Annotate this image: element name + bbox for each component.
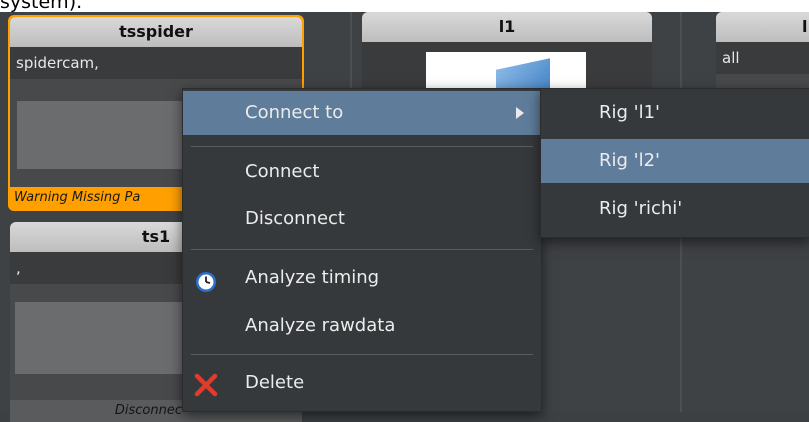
submenu-item-rig-l2[interactable]: Rig 'l2' <box>541 139 809 183</box>
menu-separator <box>191 146 533 147</box>
submenu-item-label: Rig 'l2' <box>599 150 661 171</box>
clock-icon <box>195 266 217 292</box>
submenu-item-rig-richi[interactable]: Rig 'richi' <box>541 187 809 231</box>
red-x-icon <box>193 371 219 397</box>
connect-to-submenu: Rig 'l1' Rig 'l2' Rig 'richi' <box>540 88 809 238</box>
submenu-item-label: Rig 'l1' <box>599 102 661 123</box>
menu-item-label: Connect to <box>245 102 344 123</box>
submenu-item-label: Rig 'richi' <box>599 198 683 219</box>
menu-item-label: Analyze rawdata <box>245 315 396 336</box>
card-subtitle: spidercam, <box>10 47 302 79</box>
menu-item-analyze-rawdata[interactable]: Analyze rawdata <box>183 304 541 348</box>
chevron-right-icon <box>516 107 524 119</box>
caption-strip: system). <box>0 0 809 12</box>
menu-item-connect[interactable]: Connect <box>183 150 541 194</box>
menu-item-disconnect[interactable]: Disconnect <box>183 197 541 241</box>
menu-item-label: Delete <box>245 372 305 393</box>
menu-item-label: Disconnect <box>245 208 345 229</box>
menu-separator <box>191 354 533 355</box>
card-title: tsspider <box>10 17 302 47</box>
context-menu: Connect to Connect Disconnect Analyze ti… <box>182 88 542 412</box>
menu-separator <box>191 249 533 250</box>
caption-text: system). <box>0 0 83 12</box>
menu-item-connect-to[interactable]: Connect to <box>183 91 541 135</box>
card-title: l <box>716 12 809 42</box>
menu-item-label: Connect <box>245 161 320 182</box>
card-title: l1 <box>362 12 652 42</box>
card-subtitle: all <box>716 42 809 74</box>
menu-item-analyze-timing[interactable]: Analyze timing <box>183 256 541 300</box>
menu-item-label: Analyze timing <box>245 267 380 288</box>
submenu-item-rig-l1[interactable]: Rig 'l1' <box>541 91 809 135</box>
menu-item-delete[interactable]: Delete <box>183 361 541 405</box>
